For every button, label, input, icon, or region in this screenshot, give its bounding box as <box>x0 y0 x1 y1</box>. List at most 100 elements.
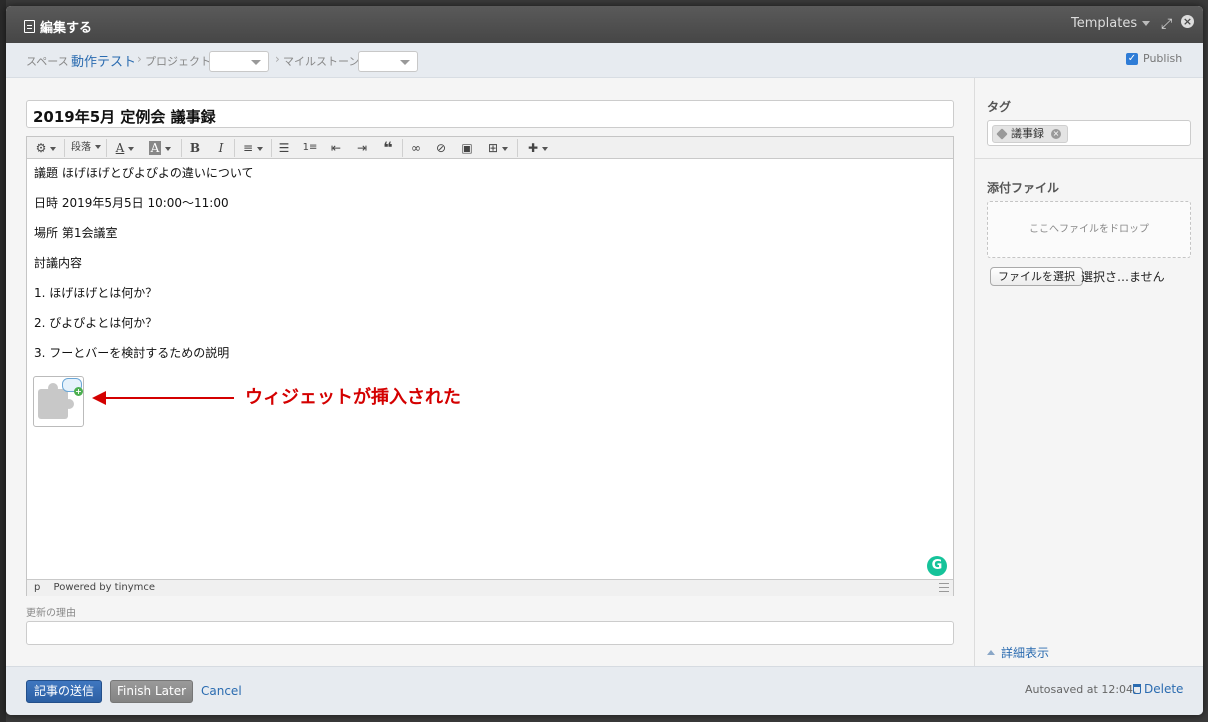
tag-icon <box>996 128 1008 140</box>
font-color-button[interactable]: A <box>111 140 139 156</box>
bullet-list-button[interactable]: ☰ <box>275 140 293 156</box>
remove-tag-icon[interactable]: × <box>1051 129 1061 139</box>
edit-dialog: 編集する Templates ⤢ × スペース 動作テスト › プロジェクト ›… <box>6 6 1203 715</box>
title-input[interactable]: 2019年5月 定例会 議事録 <box>26 100 954 128</box>
content-line: 2. ぴよぴよとは何か？ <box>34 316 158 330</box>
image-button[interactable]: ▣ <box>458 140 476 156</box>
editor-statusbar: p Powered by tinymce <box>27 579 953 596</box>
editor-content[interactable]: 議題 ほげほげとぴよぴよの違いについて 日時 2019年5月5日 10:00〜1… <box>27 159 953 579</box>
toolbar-divider <box>402 139 403 157</box>
file-status-text: 選択さ…ません <box>1081 270 1165 284</box>
indent-button[interactable]: ⇥ <box>353 140 371 156</box>
toolbar-divider <box>64 139 65 157</box>
outdent-icon: ⇤ <box>330 141 342 155</box>
templates-dropdown[interactable]: Templates <box>1071 16 1150 31</box>
autosave-status: Autosaved at 12:04. <box>1025 683 1137 696</box>
project-label: プロジェクト <box>145 55 211 68</box>
sidebar-divider <box>975 158 1203 159</box>
settings-menu-button[interactable]: ⚙ <box>33 140 59 156</box>
publish-label: Publish <box>1143 52 1183 65</box>
caret-up-icon <box>987 650 995 655</box>
space-label: スペース <box>26 55 69 68</box>
background-color-icon: A <box>148 141 162 155</box>
unlink-button[interactable]: ⊘ <box>432 140 450 156</box>
breadcrumb: スペース 動作テスト › プロジェクト › マイルストーン ✓ Publish <box>6 43 1203 78</box>
background-color-button[interactable]: A <box>145 140 175 156</box>
submit-post-button[interactable]: 記事の送信 <box>26 680 103 703</box>
link-button[interactable]: ∞ <box>407 140 425 156</box>
show-details-label: 詳細表示 <box>1001 646 1050 660</box>
content-line: 1. ほげほげとは何か？ <box>34 286 158 300</box>
paragraph-format-dropdown[interactable]: 段落 <box>69 140 103 156</box>
plus-icon: + <box>74 387 83 396</box>
bullet-list-icon: ☰ <box>278 141 290 155</box>
grammarly-icon[interactable]: G <box>927 556 947 576</box>
content-line: 場所 第1会議室 <box>34 226 118 240</box>
project-select[interactable] <box>209 51 269 72</box>
image-icon: ▣ <box>461 141 473 155</box>
content-line: 議題 ほげほげとぴよぴよの違いについて <box>34 166 254 180</box>
gear-icon: ⚙ <box>35 141 47 155</box>
milestone-label: マイルストーン <box>283 55 360 68</box>
align-left-icon: ≡ <box>242 141 254 155</box>
paragraph-format-label: 段落 <box>71 142 91 153</box>
finish-later-button[interactable]: Finish Later <box>110 680 194 703</box>
toolbar-divider <box>271 139 272 157</box>
outdent-button[interactable]: ⇤ <box>327 140 345 156</box>
milestone-select[interactable] <box>358 51 418 72</box>
expand-icon[interactable]: ⤢ <box>1161 16 1172 32</box>
widget-dropdown[interactable]: ✚ <box>521 140 555 156</box>
tags-input[interactable]: 議事録 × <box>987 120 1191 146</box>
choose-file-button[interactable]: ファイルを選択 <box>990 267 1083 286</box>
chevron-right-icon: › <box>275 52 280 66</box>
toolbar-divider <box>517 139 518 157</box>
tags-heading: タグ <box>987 100 1012 114</box>
content-line: 討議内容 <box>34 256 83 270</box>
table-icon: ⊞ <box>487 141 499 155</box>
dialog-title-text: 編集する <box>40 21 93 36</box>
sidebar: タグ 議事録 × 添付ファイル ここへファイルをドロップ ファイルを選択 選択さ… <box>974 78 1203 666</box>
link-icon: ∞ <box>411 141 421 155</box>
dialog-footer: 記事の送信 Finish Later Cancel Autosaved at 1… <box>6 666 1203 715</box>
main-editor-area: 2019年5月 定例会 議事録 ⚙ 段落 A A B I ≡ ☰ 1≡ ⇤ ⇥ … <box>6 78 974 666</box>
delete-label: Delete <box>1144 682 1184 696</box>
dialog-title: 編集する <box>24 17 92 36</box>
toolbar-divider <box>181 139 182 157</box>
publish-toggle[interactable]: ✓ Publish <box>1126 52 1182 65</box>
numbered-list-button[interactable]: 1≡ <box>301 140 319 156</box>
publish-checkbox[interactable]: ✓ <box>1126 52 1138 65</box>
tag-label: 議事録 <box>1011 127 1044 140</box>
unlink-icon: ⊘ <box>435 141 447 155</box>
attachments-heading: 添付ファイル <box>987 181 1060 195</box>
update-reason-input[interactable] <box>26 621 954 645</box>
toolbar-divider <box>234 139 235 157</box>
dialog-titlebar: 編集する Templates ⤢ × <box>6 6 1203 43</box>
file-dropzone[interactable]: ここへファイルをドロップ <box>987 201 1191 258</box>
bold-button[interactable]: B <box>187 140 203 156</box>
trash-icon <box>1133 684 1141 694</box>
blockquote-button[interactable]: ❝ <box>379 140 397 156</box>
editor-toolbar: ⚙ 段落 A A B I ≡ ☰ 1≡ ⇤ ⇥ ❝ ∞ ⊘ ▣ ⊞ ✚ <box>27 137 953 159</box>
delete-link[interactable]: Delete <box>1133 682 1183 696</box>
document-icon <box>24 20 35 33</box>
align-dropdown[interactable]: ≡ <box>239 140 267 156</box>
content-line: 日時 2019年5月5日 10:00〜11:00 <box>34 196 229 210</box>
annotation-arrow <box>92 391 234 405</box>
show-details-link[interactable]: 詳細表示 <box>987 644 1049 661</box>
puzzle-icon <box>38 383 74 419</box>
update-reason-label: 更新の理由 <box>26 608 76 619</box>
element-path[interactable]: p <box>34 582 40 593</box>
rich-text-editor: ⚙ 段落 A A B I ≡ ☰ 1≡ ⇤ ⇥ ❝ ∞ ⊘ ▣ ⊞ ✚ 議題 ほ… <box>26 136 954 596</box>
chevron-right-icon: › <box>137 52 142 66</box>
tag-chip[interactable]: 議事録 × <box>992 125 1068 143</box>
annotation-text: ウィジェットが挿入された <box>245 387 461 408</box>
indent-icon: ⇥ <box>356 141 368 155</box>
numbered-list-icon: 1≡ <box>302 142 318 153</box>
space-link[interactable]: 動作テスト <box>71 51 136 70</box>
cancel-link[interactable]: Cancel <box>201 684 242 698</box>
close-icon[interactable]: × <box>1181 15 1194 28</box>
table-dropdown[interactable]: ⊞ <box>484 140 512 156</box>
italic-button[interactable]: I <box>213 140 229 156</box>
inserted-widget[interactable]: + <box>33 376 84 427</box>
resize-handle-icon[interactable] <box>939 583 949 592</box>
